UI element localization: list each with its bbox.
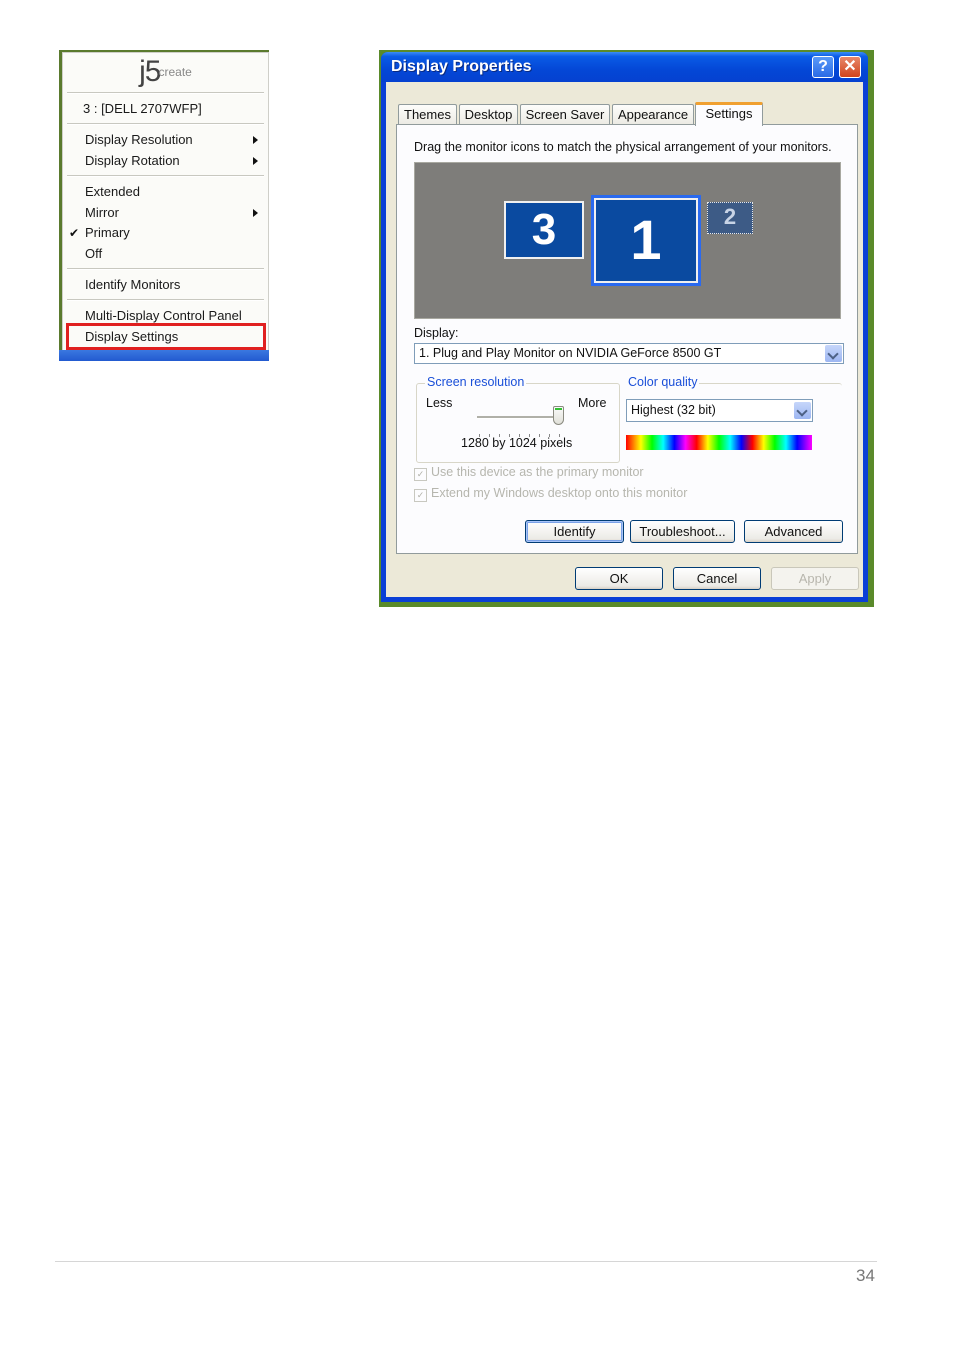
monitor-label: 3 : [DELL 2707WFP] xyxy=(83,101,202,116)
screen-resolution-group: Screen resolution Less More 1280 by 1024… xyxy=(416,375,620,463)
chevron-down-icon[interactable] xyxy=(825,345,842,362)
color-quality-select[interactable]: Highest (32 bit) xyxy=(626,399,813,422)
advanced-button[interactable]: Advanced xyxy=(744,520,843,543)
submenu-arrow-icon xyxy=(253,136,258,144)
less-label: Less xyxy=(426,396,453,410)
resolution-value: 1280 by 1024 pixels xyxy=(461,436,573,450)
page-number: 34 xyxy=(856,1266,875,1285)
display-label: Display: xyxy=(414,326,459,340)
troubleshoot-button[interactable]: Troubleshoot... xyxy=(630,520,735,543)
color-quality-title: Color quality xyxy=(626,375,700,389)
title-bar[interactable]: Display Properties ? ✕ xyxy=(381,52,868,82)
window-title: Display Properties xyxy=(391,58,532,75)
footer-divider xyxy=(55,1261,877,1262)
resolution-slider-thumb[interactable] xyxy=(553,406,564,425)
ok-button[interactable]: OK xyxy=(575,567,663,590)
menu-separator xyxy=(67,123,264,125)
taskbar-strip xyxy=(59,350,269,361)
cancel-button[interactable]: Cancel xyxy=(673,567,761,590)
menu-separator xyxy=(67,299,264,301)
tab-themes[interactable]: Themes xyxy=(398,104,457,124)
display-properties-window: Display Properties ? ✕ Themes Desktop Sc… xyxy=(379,50,874,607)
tab-desktop[interactable]: Desktop xyxy=(459,104,518,124)
menu-item-primary[interactable]: Primary xyxy=(85,225,130,240)
dialog-client-area: Themes Desktop Screen Saver Appearance S… xyxy=(386,82,863,597)
highlight-annotation xyxy=(66,323,266,350)
close-icon: ✕ xyxy=(843,58,857,75)
display-select[interactable]: 1. Plug and Play Monitor on NVIDIA GeFor… xyxy=(414,343,844,364)
menu-separator xyxy=(67,92,264,94)
identify-button[interactable]: Identify xyxy=(525,520,624,543)
checkmark-icon: ✔ xyxy=(69,226,80,240)
j5create-context-menu: j5create 3 : [DELL 2707WFP] Display Reso… xyxy=(59,50,269,361)
tab-settings[interactable]: Settings xyxy=(695,102,763,126)
menu-item-multi-display-control-panel[interactable]: Multi-Display Control Panel xyxy=(85,308,242,323)
checkbox-check-icon: ✓ xyxy=(414,468,427,481)
j5create-logo: j5create xyxy=(139,55,192,88)
tab-appearance[interactable]: Appearance xyxy=(612,104,694,124)
menu-item-extended[interactable]: Extended xyxy=(85,184,140,199)
checkbox-check-icon: ✓ xyxy=(414,489,427,502)
more-label: More xyxy=(578,396,607,410)
monitor-1-icon[interactable]: 1 xyxy=(591,195,701,286)
screen-resolution-title: Screen resolution xyxy=(425,375,527,389)
tab-screen-saver[interactable]: Screen Saver xyxy=(520,104,610,124)
color-spectrum-bar xyxy=(626,435,812,450)
menu-separator xyxy=(67,268,264,270)
menu-item-identify-monitors[interactable]: Identify Monitors xyxy=(85,277,180,292)
monitor-2-icon[interactable]: 2 xyxy=(707,202,753,234)
help-button[interactable]: ? xyxy=(812,56,834,78)
apply-button[interactable]: Apply xyxy=(771,567,859,590)
window-frame: Display Properties ? ✕ Themes Desktop Sc… xyxy=(381,52,868,602)
monitor-3-icon[interactable]: 3 xyxy=(504,201,584,259)
menu-item-display-resolution[interactable]: Display Resolution xyxy=(85,132,255,147)
submenu-arrow-icon xyxy=(253,209,258,217)
menu-item-display-rotation[interactable]: Display Rotation xyxy=(85,153,180,168)
primary-monitor-checkbox[interactable]: ✓ Use this device as the primary monitor xyxy=(414,465,644,481)
menu-item-mirror[interactable]: Mirror xyxy=(85,205,119,220)
menu-panel: j5create 3 : [DELL 2707WFP] Display Reso… xyxy=(62,52,269,352)
extend-desktop-checkbox[interactable]: ✓ Extend my Windows desktop onto this mon… xyxy=(414,486,687,502)
submenu-arrow-icon xyxy=(253,157,258,165)
close-button[interactable]: ✕ xyxy=(839,56,861,78)
settings-tab-panel: Drag the monitor icons to match the phys… xyxy=(396,124,858,554)
resolution-slider-track[interactable] xyxy=(477,416,559,419)
chevron-down-icon[interactable] xyxy=(794,402,811,419)
menu-item-off[interactable]: Off xyxy=(85,246,102,261)
help-icon: ? xyxy=(818,58,828,75)
arrangement-instruction: Drag the monitor icons to match the phys… xyxy=(414,140,832,154)
color-quality-group: Color quality xyxy=(626,375,842,463)
monitor-arrangement-area[interactable]: 3 1 2 xyxy=(414,162,841,319)
menu-separator xyxy=(67,175,264,177)
